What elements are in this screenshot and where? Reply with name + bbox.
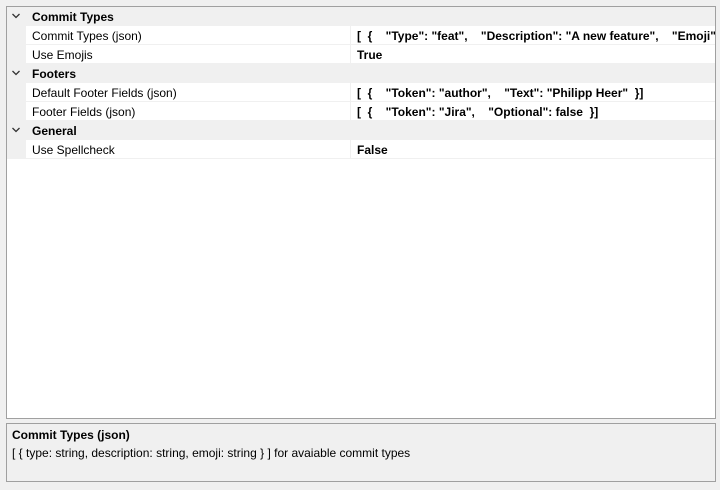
row-margin — [7, 45, 26, 63]
description-text: [ { type: string, description: string, e… — [12, 446, 411, 460]
property-value[interactable]: [ { "Token": "author", "Text": "Philipp … — [357, 86, 715, 100]
column-divider[interactable] — [350, 26, 351, 44]
category-label: General — [32, 124, 77, 138]
column-divider[interactable] — [350, 83, 351, 101]
property-row-default-footer-fields[interactable]: Default Footer Fields (json) [ { "Token"… — [7, 83, 715, 102]
property-value[interactable]: [ { "Token": "Jira", "Optional": false }… — [357, 105, 715, 119]
category-label: Commit Types — [32, 10, 114, 24]
category-label: Footers — [32, 67, 77, 81]
category-general[interactable]: General — [7, 121, 715, 140]
property-row-footer-fields[interactable]: Footer Fields (json) [ { "Token": "Jira"… — [7, 102, 715, 121]
property-value[interactable]: True — [357, 48, 715, 62]
property-name: Use Emojis — [32, 48, 93, 62]
property-row-commit-types-json[interactable]: Commit Types (json) [ { "Type": "feat", … — [7, 26, 715, 45]
property-name: Default Footer Fields (json) — [32, 86, 177, 100]
category-commit-types[interactable]: Commit Types — [7, 7, 715, 26]
chevron-down-icon[interactable] — [10, 124, 22, 136]
chevron-down-icon[interactable] — [10, 10, 22, 22]
property-name: Footer Fields (json) — [32, 105, 136, 119]
property-row-use-spellcheck[interactable]: Use Spellcheck False — [7, 140, 715, 159]
property-value[interactable]: False — [357, 143, 715, 157]
column-divider[interactable] — [350, 102, 351, 120]
row-margin — [7, 102, 26, 120]
row-margin — [7, 83, 26, 101]
row-margin — [7, 26, 26, 44]
property-name: Use Spellcheck — [32, 143, 115, 157]
column-divider[interactable] — [350, 140, 351, 158]
property-value[interactable]: [ { "Type": "feat", "Description": "A ne… — [357, 29, 715, 43]
column-divider[interactable] — [350, 45, 351, 63]
chevron-down-icon[interactable] — [10, 67, 22, 79]
property-row-use-emojis[interactable]: Use Emojis True — [7, 45, 715, 64]
description-panel: Commit Types (json) [ { type: string, de… — [6, 423, 716, 482]
property-name: Commit Types (json) — [32, 29, 142, 43]
category-footers[interactable]: Footers — [7, 64, 715, 83]
description-title: Commit Types (json) — [12, 428, 130, 442]
row-margin — [7, 140, 26, 158]
property-grid: Commit Types Commit Types (json) [ { "Ty… — [6, 6, 716, 419]
